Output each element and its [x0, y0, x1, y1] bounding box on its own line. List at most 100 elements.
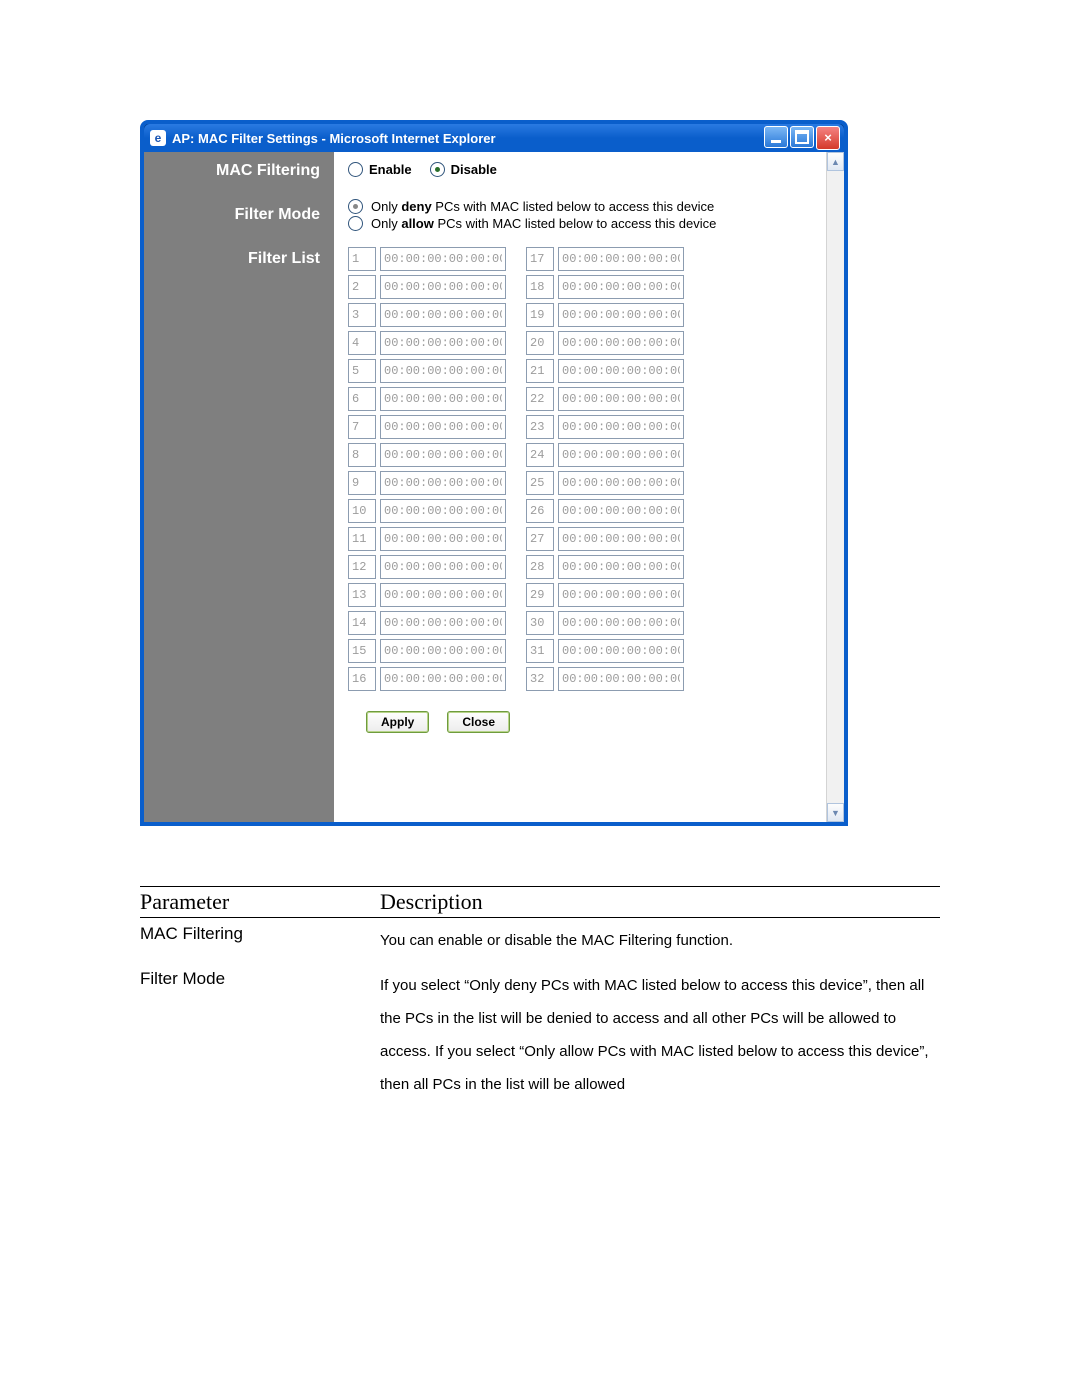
filter-row: [526, 611, 684, 635]
window-minimize-button[interactable]: [764, 126, 788, 148]
filter-index-input[interactable]: [526, 303, 554, 327]
window-close-button[interactable]: ×: [816, 126, 840, 150]
filter-index-input[interactable]: [526, 667, 554, 691]
filter-index-input[interactable]: [526, 527, 554, 551]
filter-mac-input[interactable]: [558, 387, 684, 411]
filter-index-input[interactable]: [526, 247, 554, 271]
filter-mac-input[interactable]: [558, 527, 684, 551]
filter-mac-input[interactable]: [558, 331, 684, 355]
filter-index-input[interactable]: [348, 443, 376, 467]
filter-mac-input[interactable]: [380, 387, 506, 411]
filter-index-input[interactable]: [348, 359, 376, 383]
filter-row: [348, 303, 506, 327]
filter-index-input[interactable]: [348, 387, 376, 411]
filter-index-input[interactable]: [526, 583, 554, 607]
disable-radio[interactable]: [430, 162, 445, 177]
header-parameter: Parameter: [140, 889, 380, 915]
filter-row: [348, 275, 506, 299]
filter-mac-input[interactable]: [558, 667, 684, 691]
filter-mac-input[interactable]: [380, 303, 506, 327]
window-maximize-button[interactable]: [790, 126, 814, 148]
filter-mac-input[interactable]: [380, 275, 506, 299]
filter-row: [348, 555, 506, 579]
filter-mac-input[interactable]: [558, 555, 684, 579]
filter-list: [348, 247, 834, 691]
scroll-down-icon[interactable]: ▼: [827, 803, 844, 822]
allow-radio[interactable]: [348, 216, 363, 231]
filter-row: [526, 527, 684, 551]
filter-index-input[interactable]: [348, 247, 376, 271]
filter-row: [526, 387, 684, 411]
filter-mac-input[interactable]: [558, 275, 684, 299]
filter-mac-input[interactable]: [380, 415, 506, 439]
filter-mac-input[interactable]: [558, 247, 684, 271]
vertical-scrollbar[interactable]: ▲ ▼: [826, 152, 844, 822]
filter-row: [526, 471, 684, 495]
filter-mac-input[interactable]: [380, 247, 506, 271]
desc-cell: If you select “Only deny PCs with MAC li…: [380, 969, 940, 1101]
table-row: MAC FilteringYou can enable or disable t…: [140, 918, 940, 963]
filter-index-input[interactable]: [526, 499, 554, 523]
filter-mac-input[interactable]: [558, 303, 684, 327]
filter-index-input[interactable]: [348, 583, 376, 607]
filter-row: [348, 415, 506, 439]
filter-mac-input[interactable]: [558, 443, 684, 467]
filter-mac-input[interactable]: [558, 471, 684, 495]
filter-index-input[interactable]: [348, 415, 376, 439]
filter-mac-input[interactable]: [558, 611, 684, 635]
apply-button[interactable]: Apply: [366, 711, 429, 733]
window-titlebar[interactable]: AP: MAC Filter Settings - Microsoft Inte…: [144, 124, 844, 152]
filter-index-input[interactable]: [348, 527, 376, 551]
filter-mac-input[interactable]: [380, 583, 506, 607]
filter-index-input[interactable]: [526, 415, 554, 439]
filter-mac-input[interactable]: [558, 583, 684, 607]
filter-mac-input[interactable]: [558, 359, 684, 383]
enable-radio[interactable]: [348, 162, 363, 177]
client-area: MAC Filtering Filter Mode Filter List En…: [144, 152, 844, 822]
deny-radio[interactable]: [348, 199, 363, 214]
filter-mac-input[interactable]: [380, 331, 506, 355]
filter-row: [526, 247, 684, 271]
enable-label: Enable: [369, 162, 412, 177]
filter-index-input[interactable]: [526, 471, 554, 495]
filter-index-input[interactable]: [526, 555, 554, 579]
filter-mac-input[interactable]: [380, 527, 506, 551]
filter-row: [526, 303, 684, 327]
filter-mac-input[interactable]: [558, 415, 684, 439]
filter-mac-input[interactable]: [380, 499, 506, 523]
filter-mac-input[interactable]: [380, 639, 506, 663]
filter-index-input[interactable]: [348, 275, 376, 299]
filter-index-input[interactable]: [526, 639, 554, 663]
filter-index-input[interactable]: [526, 611, 554, 635]
filter-index-input[interactable]: [526, 443, 554, 467]
filter-mac-input[interactable]: [380, 443, 506, 467]
filter-row: [348, 611, 506, 635]
filter-row: [348, 527, 506, 551]
filter-mac-input[interactable]: [558, 499, 684, 523]
filter-index-input[interactable]: [348, 499, 376, 523]
filter-index-input[interactable]: [348, 639, 376, 663]
filter-mac-input[interactable]: [558, 639, 684, 663]
filter-index-input[interactable]: [348, 303, 376, 327]
close-button[interactable]: Close: [447, 711, 510, 733]
filter-index-input[interactable]: [526, 275, 554, 299]
filter-row: [526, 415, 684, 439]
filter-index-input[interactable]: [526, 331, 554, 355]
param-cell: Filter Mode: [140, 969, 380, 989]
filter-index-input[interactable]: [348, 611, 376, 635]
filter-mac-input[interactable]: [380, 611, 506, 635]
ie-logo-icon: [150, 130, 166, 146]
filter-mac-input[interactable]: [380, 471, 506, 495]
filter-mac-input[interactable]: [380, 359, 506, 383]
scroll-up-icon[interactable]: ▲: [827, 152, 844, 171]
filter-index-input[interactable]: [526, 359, 554, 383]
filter-index-input[interactable]: [348, 471, 376, 495]
filter-index-input[interactable]: [348, 555, 376, 579]
filter-row: [526, 555, 684, 579]
allow-label: Only allow PCs with MAC listed below to …: [371, 216, 716, 231]
filter-mac-input[interactable]: [380, 667, 506, 691]
filter-index-input[interactable]: [348, 667, 376, 691]
filter-index-input[interactable]: [526, 387, 554, 411]
filter-index-input[interactable]: [348, 331, 376, 355]
filter-mac-input[interactable]: [380, 555, 506, 579]
